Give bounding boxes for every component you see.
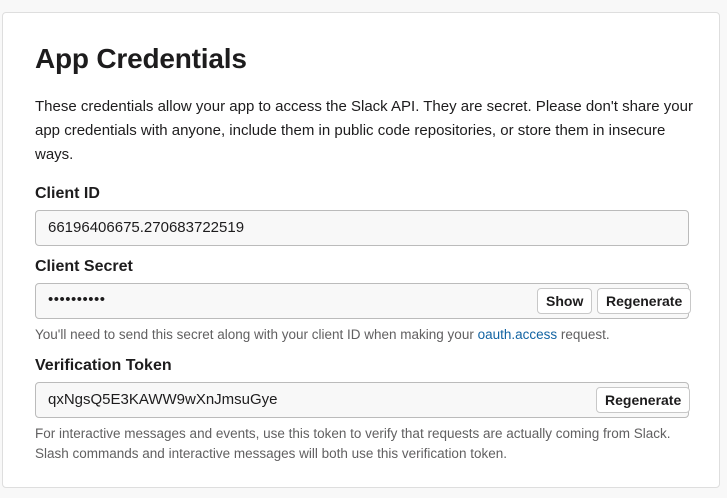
app-credentials-card: App Credentials These credentials allow …	[2, 12, 720, 488]
client-secret-field[interactable]: •••••••••• Show Regenerate	[35, 283, 692, 319]
client-secret-masked-value[interactable]: ••••••••••	[48, 291, 106, 308]
client-secret-hint: You'll need to send this secret along wi…	[35, 325, 610, 345]
client-secret-hint-text: You'll need to send this secret along wi…	[35, 327, 478, 342]
client-id-value[interactable]: 66196406675.270683722519	[48, 219, 244, 236]
show-secret-button[interactable]: Show	[537, 288, 593, 314]
oauth-access-link[interactable]: oauth.access	[478, 327, 558, 342]
verification-token-field[interactable]: qxNgsQ5E3KAWW9wXnJmsuGye Regenerate	[35, 382, 691, 418]
verification-token-hint: For interactive messages and events, use…	[35, 426, 671, 461]
intro-text: These credentials allow your app to acce…	[35, 98, 693, 163]
client-secret-label: Client Secret	[35, 258, 133, 275]
client-id-field[interactable]: 66196406675.270683722519	[35, 210, 689, 246]
page-title: App Credentials	[35, 43, 247, 74]
regenerate-secret-button[interactable]: Regenerate	[597, 288, 692, 314]
regenerate-token-button[interactable]: Regenerate	[596, 387, 691, 413]
verification-token-label: Verification Token	[35, 357, 172, 374]
verification-token-value[interactable]: qxNgsQ5E3KAWW9wXnJmsuGye	[48, 391, 278, 408]
client-id-label: Client ID	[35, 185, 100, 202]
client-secret-hint-suffix: request.	[557, 327, 610, 342]
